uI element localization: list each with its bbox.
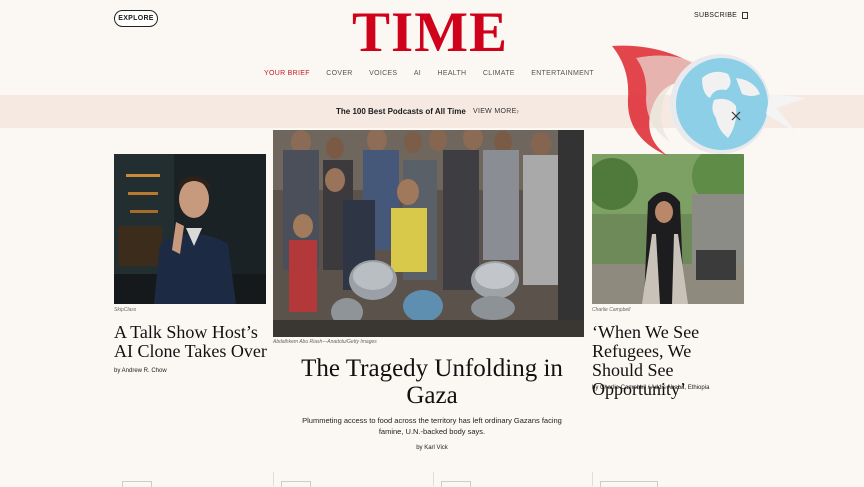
time-logo[interactable]: TIME: [352, 2, 508, 64]
nav-item-climate[interactable]: CLIMATE: [483, 70, 515, 77]
lead-summary: Plummeting access to food across the ter…: [302, 416, 562, 436]
subscribe-button[interactable]: SUBSCRIBE: [694, 12, 749, 19]
talk-show-host-photo[interactable]: [114, 154, 266, 304]
photo-caption: Abdalhkem Abu Riash—Anadolu/Getty Images: [273, 339, 377, 345]
nav-item-voices[interactable]: VOICES: [369, 70, 397, 77]
explore-button[interactable]: EXPLORE: [114, 10, 158, 27]
story-card-stub[interactable]: [122, 481, 152, 487]
promo-text: The 100 Best Podcasts of All Time: [336, 107, 466, 116]
section-nav: YOUR BRIEF COVER VOICES AI HEALTH CLIMAT…: [264, 70, 594, 77]
view-more-link[interactable]: VIEW MORE: [473, 108, 517, 115]
nav-item-health[interactable]: HEALTH: [438, 70, 467, 77]
lead-byline: by Karl Vick: [416, 445, 448, 451]
nav-item-ai[interactable]: AI: [414, 70, 421, 77]
photo-caption: SkipClass: [114, 307, 137, 313]
photo-caption: Charlie Campbell: [592, 307, 631, 313]
story-card-stub[interactable]: [600, 481, 658, 487]
globe-crescent-logo: [606, 38, 822, 168]
nav-item-cover[interactable]: COVER: [326, 70, 352, 77]
gaza-lead-photo[interactable]: [273, 130, 584, 337]
story-byline: by Andrew R. Chow: [114, 368, 167, 374]
column-divider: [273, 472, 274, 486]
bookmark-icon: [742, 12, 749, 19]
story-card-stub[interactable]: [281, 481, 311, 487]
story-headline[interactable]: A Talk Show Host’s AI Clone Takes Over: [114, 323, 274, 361]
nav-item-entertainment[interactable]: ENTERTAINMENT: [531, 70, 594, 77]
story-byline: by Charlie Campbell / Addis Ababa, Ethio…: [592, 385, 710, 391]
subscribe-label: SUBSCRIBE: [694, 12, 738, 19]
story-card-stub[interactable]: [441, 481, 471, 487]
refugee-portrait-photo[interactable]: [592, 154, 744, 304]
nav-item-your-brief[interactable]: YOUR BRIEF: [264, 70, 310, 77]
chevron-right-icon: ›: [516, 106, 519, 116]
column-divider: [592, 472, 593, 486]
lead-headline[interactable]: The Tragedy Unfolding in Gaza: [280, 355, 584, 409]
column-divider: [433, 472, 434, 486]
